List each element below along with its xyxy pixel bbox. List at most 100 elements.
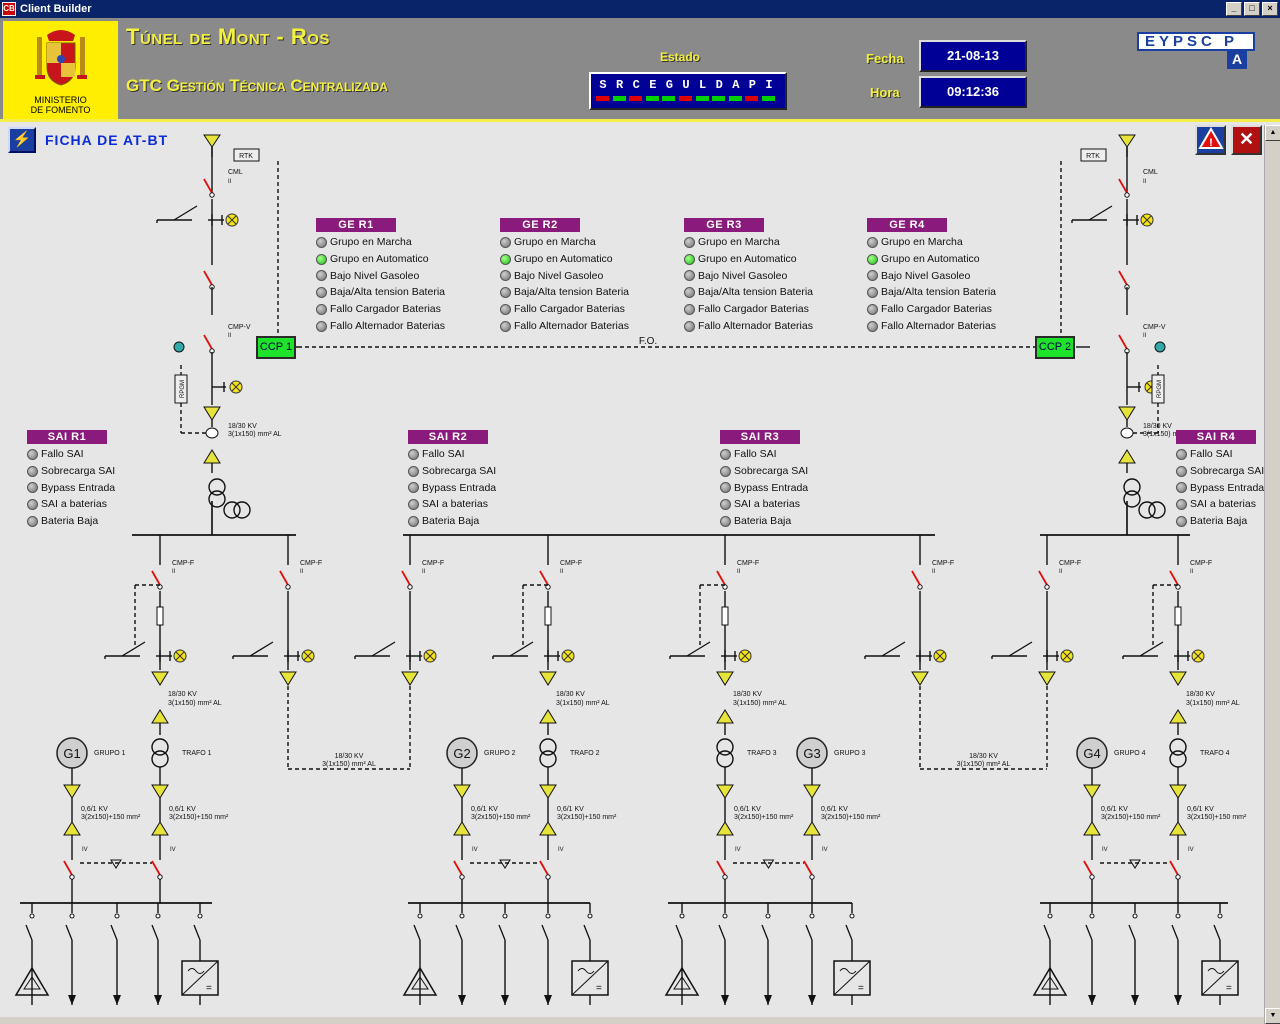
minimize-button[interactable]: _: [1226, 2, 1242, 16]
arrow-down-icon: [721, 995, 729, 1005]
status-led: [1176, 516, 1187, 528]
status-row: Bypass Entrada: [408, 480, 496, 497]
status-led: [408, 465, 419, 477]
estado-indicator-panel[interactable]: SRCEGULDAPI: [589, 72, 787, 110]
close-window-button[interactable]: ×: [1262, 2, 1278, 16]
diagram-label: 3(2x150)+150 mm²: [1187, 814, 1247, 821]
status-led: [500, 320, 511, 332]
scroll-up-button[interactable]: ▲: [1265, 125, 1280, 141]
status-led: [316, 320, 327, 332]
status-label: Bajo Nivel Gasoleo: [330, 269, 420, 282]
switch-pivot: [29, 913, 35, 919]
arrow-up-icon: [151, 821, 169, 836]
status-led: [316, 304, 327, 316]
estado-letter-s: S: [599, 78, 607, 92]
breaker-switch: [203, 334, 213, 350]
arrow-down-icon: [1174, 995, 1182, 1005]
diagram-label: 18/30 KV: [168, 691, 197, 698]
estado-letter-d: D: [715, 78, 723, 92]
arrow-up-icon: [539, 821, 557, 836]
breaker-pivot: [1044, 584, 1050, 590]
ccp1-node[interactable]: CCP 1: [256, 336, 296, 359]
switch-pivot: [69, 913, 75, 919]
ground-switch: [1088, 205, 1113, 221]
status-label: Baja/Alta tension Bateria: [698, 286, 813, 299]
breaker-switch: [1118, 270, 1128, 286]
generator-label: G2: [453, 746, 470, 761]
horizontal-scrollbar[interactable]: [0, 1017, 1264, 1024]
arrow-up-icon: [1169, 821, 1187, 836]
status-led: [684, 320, 695, 332]
breaker-pivot: [407, 584, 413, 590]
page-subtitle: GTC Gestión Técnica Centralizada: [126, 76, 388, 95]
scroll-down-button[interactable]: ▼: [1265, 1008, 1280, 1024]
diagram-label: IV: [558, 847, 564, 853]
sai-r4-panel: SAI R4 Fallo SAI Sobrecarga SAI Bypass Entr…: [1176, 430, 1264, 530]
vertical-scrollbar[interactable]: ▲ ▼: [1264, 125, 1280, 1024]
arrow-down-icon: [453, 784, 471, 799]
maximize-button[interactable]: □: [1244, 2, 1260, 16]
breaker-switch: [151, 570, 161, 586]
lv-switch: [1085, 924, 1093, 941]
lv-switch: [675, 924, 683, 941]
arrow-up-icon: [1169, 709, 1187, 724]
status-led: [27, 482, 38, 494]
diagram-label: II: [1143, 333, 1147, 339]
status-label: Grupo en Automatico: [330, 252, 429, 265]
panel-title: SAI R2: [408, 430, 488, 444]
diagram-label: 3(2x150)+150 mm²: [821, 814, 881, 821]
diagram-label: 3(2x150)+150 mm²: [81, 814, 141, 821]
transformer-icon: [716, 750, 734, 768]
coat-of-arms-icon: [35, 30, 87, 86]
breaker-pivot: [809, 874, 815, 880]
switch-pivot: [722, 913, 728, 919]
estado-letter-u: U: [682, 78, 690, 92]
transformer-icon: [1138, 501, 1156, 519]
status-label: SAI a baterias: [41, 498, 107, 511]
arrow-down-icon: [401, 671, 419, 686]
status-led: [408, 516, 419, 528]
estado-led-d: [712, 96, 726, 101]
ground-switch: [881, 641, 906, 657]
breaker-switch: [1118, 334, 1128, 350]
diagram-label: 18/30 KV: [733, 691, 762, 698]
sai-r3-panel: SAI R3 Fallo SAI Sobrecarga SAI Bypass Entr…: [720, 430, 808, 530]
diagram-label: RPGM: [1157, 380, 1163, 398]
status-led: [27, 448, 38, 460]
window-titlebar: CB Client Builder _ □ ×: [0, 0, 1280, 18]
estado-letter-e: E: [649, 78, 657, 92]
arrow-up-icon: [539, 709, 557, 724]
arrow-down-icon: [803, 784, 821, 799]
arrow-down-icon: [1118, 406, 1136, 421]
estado-led-r: [612, 96, 626, 101]
transformer-icon: [1169, 750, 1187, 768]
arrow-down-icon: [113, 995, 121, 1005]
status-row: Grupo en Marcha: [500, 234, 629, 251]
dc-symbol: =: [858, 983, 864, 994]
status-row: Bajo Nivel Gasoleo: [500, 268, 629, 285]
diagram-label: RPGM: [180, 380, 186, 398]
diagram-label: 0,6/1 KV: [81, 806, 108, 813]
coupler-icon: [762, 859, 775, 869]
status-label: Grupo en Automatico: [881, 252, 980, 265]
estado-letter-a: A: [732, 78, 740, 92]
status-row: SAI a baterias: [720, 496, 808, 513]
ccp2-node[interactable]: CCP 2: [1035, 336, 1075, 359]
status-led: [684, 304, 695, 316]
status-row: Bateria Baja: [720, 513, 808, 530]
dc-symbol: =: [596, 983, 602, 994]
arrow-up-icon: [716, 709, 734, 724]
status-label: Sobrecarga SAI: [1190, 464, 1265, 477]
arrow-down-icon: [539, 671, 557, 686]
estado-led-p: [745, 96, 759, 101]
arrow-down-icon: [1088, 995, 1096, 1005]
arrow-up-icon: [63, 821, 81, 836]
antenna-icon: [203, 134, 221, 148]
panel-title: GE R3: [684, 218, 764, 232]
status-label: Fallo SAI: [734, 448, 777, 460]
hora-value: 09:12:36: [919, 76, 1027, 108]
lv-switch: [498, 924, 506, 941]
status-row: Sobrecarga SAI: [720, 463, 808, 480]
breaker-switch: [63, 860, 73, 876]
status-led: [684, 287, 695, 299]
